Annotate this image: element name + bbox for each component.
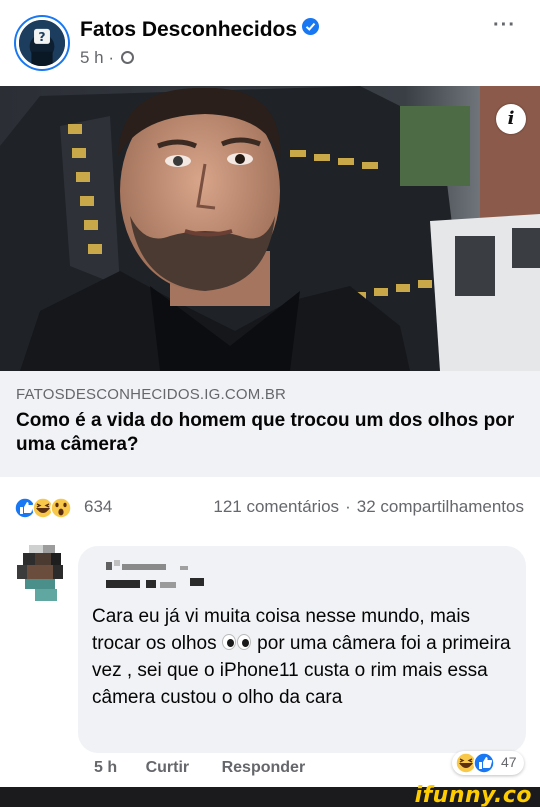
haha-reaction-icon <box>32 497 54 519</box>
comment-time[interactable]: 5 h <box>94 759 117 776</box>
reaction-icons[interactable] <box>14 497 84 519</box>
commenter-avatar-pixelated <box>17 545 63 601</box>
meta-separator: · <box>108 48 115 67</box>
eyes-emoji-icon <box>221 634 252 650</box>
reaction-count[interactable]: 634 <box>84 497 112 517</box>
comment-reaction-count: 47 <box>501 754 517 770</box>
comment-reaction-icons <box>455 752 495 774</box>
more-options-button[interactable]: ··· <box>493 14 516 37</box>
engagement-stats: 121 comentários · 32 compartilhamentos <box>213 497 524 517</box>
page-name-text[interactable]: Fatos Desconhecidos <box>80 18 297 41</box>
post-meta: 5 h · <box>80 48 134 68</box>
comment-bubble: Cara eu já vi muita coisa nesse mundo, m… <box>78 546 526 753</box>
link-title[interactable]: Como é a vida do homem que trocou um dos… <box>16 409 516 457</box>
photo-man-illustration <box>0 86 540 371</box>
svg-text:?: ? <box>38 30 45 44</box>
page-avatar-image: ? <box>19 20 65 66</box>
commenter-name-redacted[interactable] <box>92 556 212 592</box>
watermark-bar: ifunny.co <box>0 783 540 807</box>
shares-count[interactable]: 32 compartilhamentos <box>357 497 524 516</box>
reactions-bar: 634 121 comentários · 32 compartilhamentos <box>0 477 540 535</box>
post-time[interactable]: 5 h <box>80 48 104 67</box>
page-avatar[interactable]: ? <box>16 17 68 69</box>
page-name[interactable]: Fatos Desconhecidos <box>80 18 320 42</box>
comments-count[interactable]: 121 comentários <box>213 497 339 516</box>
link-preview-image[interactable]: i <box>0 86 540 371</box>
stats-separator: · <box>345 497 351 516</box>
info-button[interactable]: i <box>496 104 526 134</box>
commenter-avatar[interactable] <box>17 545 67 603</box>
link-domain: FATOSDESCONHECIDOS.IG.COM.BR <box>16 386 287 403</box>
comment-text: Cara eu já vi muita coisa nesse mundo, m… <box>92 603 517 711</box>
post-header: ? Fatos Desconhecidos 5 h · ··· <box>0 0 540 86</box>
haha-reaction-icon <box>455 752 477 774</box>
ifunny-logo: ifunny.co <box>414 783 532 807</box>
comment-actions: 5 h Curtir Responder <box>94 759 333 777</box>
like-reaction-icon <box>473 752 495 774</box>
wow-reaction-icon <box>50 497 72 519</box>
comment-reactions[interactable]: 47 <box>452 751 524 775</box>
globe-icon <box>120 51 134 64</box>
reply-comment-button[interactable]: Responder <box>222 759 306 776</box>
like-reaction-icon <box>14 497 36 519</box>
verified-badge-icon <box>302 18 320 35</box>
like-comment-button[interactable]: Curtir <box>146 759 190 776</box>
link-preview-box[interactable]: FATOSDESCONHECIDOS.IG.COM.BR Como é a vi… <box>0 371 540 477</box>
